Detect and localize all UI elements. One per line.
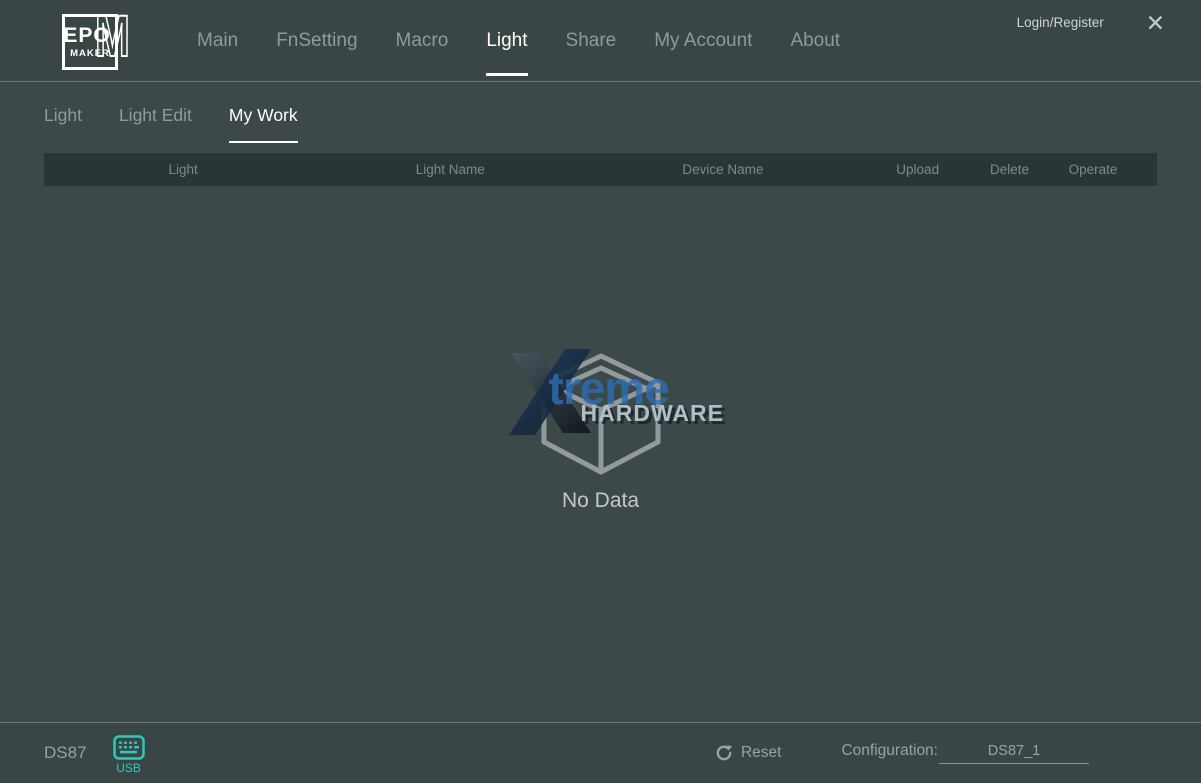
column-header-upload: Upload <box>868 162 968 177</box>
nav-item-macro[interactable]: Macro <box>377 0 468 81</box>
epomaker-logo: EPO MAKER M <box>62 10 128 72</box>
keyboard-icon <box>113 735 145 760</box>
column-header-light-name: Light Name <box>322 162 578 177</box>
no-data-message: No Data <box>0 489 1201 513</box>
epomaker-app-window: EPO MAKER M Main FnSetting Macro Light S… <box>0 0 1201 783</box>
column-header-delete: Delete <box>968 162 1051 177</box>
status-bar: DS87 USB Reset <box>0 722 1201 783</box>
logo-letter-m: M <box>95 8 130 66</box>
configuration-group: Configuration: DS87_1 <box>841 742 1089 764</box>
nav-item-my-account[interactable]: My Account <box>635 0 771 81</box>
usb-connection-indicator[interactable]: USB <box>113 735 145 775</box>
footer-right: Reset Configuration: DS87_1 <box>715 742 1089 764</box>
top-bar-right: Login/Register ✕ <box>1017 13 1201 33</box>
nav-item-share[interactable]: Share <box>547 0 636 81</box>
configuration-label: Configuration: <box>841 742 938 760</box>
close-icon[interactable]: ✕ <box>1146 13 1165 33</box>
light-subtabs: Light Light Edit My Work <box>44 105 1201 143</box>
nav-item-light[interactable]: Light <box>467 0 546 81</box>
empty-state: treme HARDWARE No Data <box>0 203 1201 513</box>
reset-button[interactable]: Reset <box>715 744 782 762</box>
empty-box-art: treme HARDWARE <box>541 353 661 477</box>
nav-item-main[interactable]: Main <box>178 0 257 81</box>
column-header-light: Light <box>44 162 322 177</box>
login-register-link[interactable]: Login/Register <box>1017 13 1104 33</box>
configuration-value-field[interactable]: DS87_1 <box>939 743 1089 764</box>
my-work-table-header: Light Light Name Device Name Upload Dele… <box>44 153 1157 186</box>
watermark-hardware-text: HARDWARE <box>581 402 724 425</box>
main-nav: Main FnSetting Macro Light Share My Acco… <box>178 0 859 81</box>
top-bar: EPO MAKER M Main FnSetting Macro Light S… <box>0 0 1201 82</box>
usb-label: USB <box>116 761 141 775</box>
tab-light-edit[interactable]: Light Edit <box>119 105 192 143</box>
reset-refresh-icon <box>715 744 733 762</box>
device-name: DS87 <box>44 743 87 763</box>
column-header-device-name: Device Name <box>578 162 867 177</box>
column-header-operate: Operate <box>1051 162 1134 177</box>
reset-label: Reset <box>741 744 782 762</box>
nav-item-fnsetting[interactable]: FnSetting <box>257 0 376 81</box>
tab-light[interactable]: Light <box>44 105 82 143</box>
nav-item-about[interactable]: About <box>771 0 859 81</box>
tab-my-work[interactable]: My Work <box>229 105 298 143</box>
